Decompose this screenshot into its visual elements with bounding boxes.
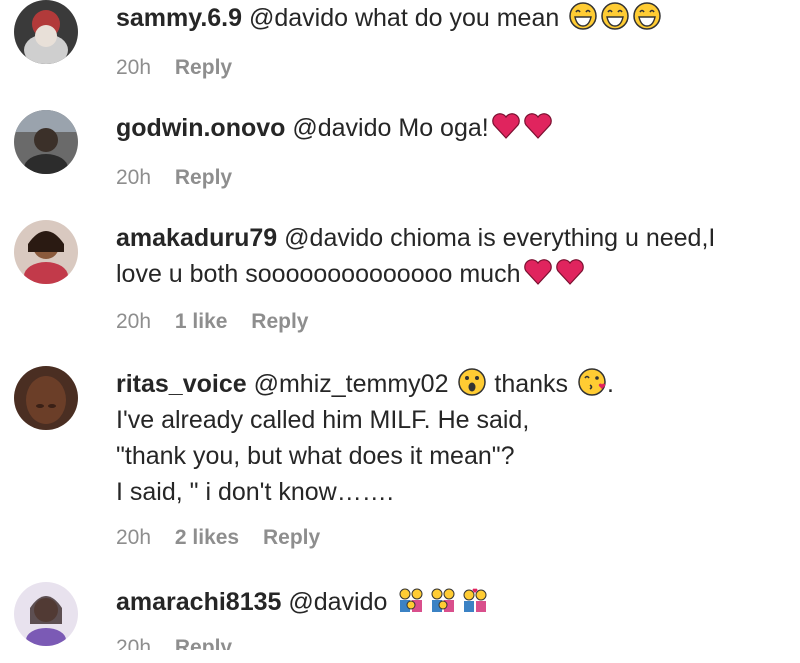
timestamp: 20h (116, 310, 152, 333)
couple-emoji-icon (460, 585, 490, 615)
comment-text: sammy.6.9 @davido what do you mean (116, 0, 780, 36)
likes-count[interactable]: 2 likes (175, 526, 239, 549)
comment-body: I said, " i don't know……. (116, 478, 394, 506)
comment-body: I've already called him MILF. He said, (116, 406, 530, 434)
reply-button[interactable]: Reply (175, 166, 232, 189)
comment-text: amarachi8135 @davido (116, 584, 780, 620)
comment-text: "thank you, but what does it mean"? (116, 438, 780, 474)
username[interactable]: godwin.onovo (116, 114, 285, 142)
red-heart-icon (523, 257, 553, 287)
red-heart-icon (523, 111, 553, 141)
comment-text: I've already called him MILF. He said, (116, 402, 780, 438)
surprised-face-icon (457, 367, 487, 397)
laughing-face-icon (600, 1, 630, 31)
avatar[interactable] (14, 582, 78, 646)
comment-meta: 20h Reply (116, 56, 250, 80)
red-heart-icon (491, 111, 521, 141)
comment-body: thanks (494, 370, 569, 398)
family-emoji-icon (428, 585, 458, 615)
avatar[interactable] (14, 0, 78, 64)
mention-link[interactable]: @mhiz_temmy02 (254, 370, 449, 398)
comment-body: @davido (288, 588, 388, 616)
comment-body: "thank you, but what does it mean"? (116, 442, 515, 470)
username[interactable]: ritas_voice (116, 370, 247, 398)
comment-text: godwin.onovo @davido Mo oga! (116, 110, 780, 146)
username[interactable]: sammy.6.9 (116, 4, 242, 32)
kissing-face-icon (577, 367, 607, 397)
comment-body: @davido Mo oga! (292, 114, 489, 142)
comment-meta: 20h Reply (116, 166, 250, 190)
comment-text: love u both soooooooooooooo much (116, 256, 780, 292)
comment-text: I said, " i don't know……. (116, 474, 780, 510)
comment-text: amakaduru79 @davido chioma is everything… (116, 220, 780, 256)
laughing-face-icon (568, 1, 598, 31)
timestamp: 20h (116, 56, 152, 79)
reply-button[interactable]: Reply (263, 526, 320, 549)
username[interactable]: amarachi8135 (116, 588, 281, 616)
bottom-edge (0, 650, 800, 663)
avatar[interactable] (14, 110, 78, 174)
comment-body: @davido what do you mean (248, 4, 560, 32)
reply-button[interactable]: Reply (251, 310, 308, 333)
laughing-face-icon (632, 1, 662, 31)
timestamp: 20h (116, 166, 152, 189)
family-emoji-icon (396, 585, 426, 615)
avatar[interactable] (14, 220, 78, 284)
reply-button[interactable]: Reply (175, 56, 232, 79)
likes-count[interactable]: 1 like (175, 310, 228, 333)
username[interactable]: amakaduru79 (116, 224, 277, 252)
avatar[interactable] (14, 366, 78, 430)
comment-meta: 20h 1 like Reply (116, 310, 326, 334)
comment-text: ritas_voice @mhiz_temmy02 thanks . (116, 366, 780, 402)
comment-body: @davido chioma is everything u need,I (284, 224, 716, 252)
comment-body: love u both soooooooooooooo much (116, 260, 521, 288)
comment-meta: 20h 2 likes Reply (116, 526, 338, 550)
red-heart-icon (555, 257, 585, 287)
timestamp: 20h (116, 526, 152, 549)
